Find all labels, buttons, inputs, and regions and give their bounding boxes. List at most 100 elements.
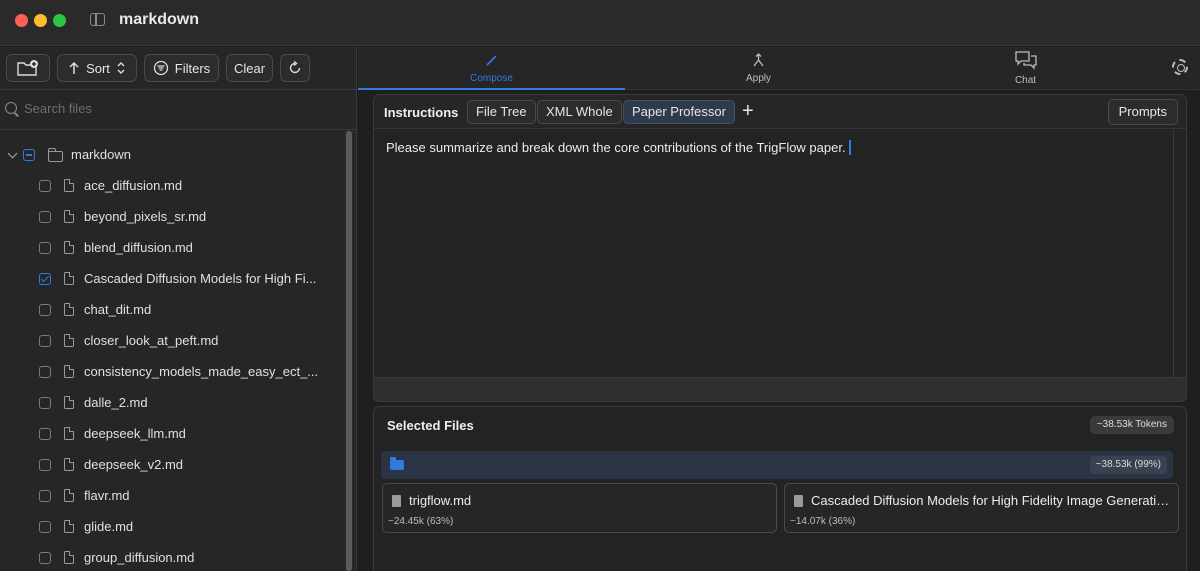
- file-name-label: consistency_models_made_easy_ect_...: [84, 364, 319, 379]
- search-input[interactable]: [24, 99, 344, 117]
- instructions-textarea[interactable]: Please summarize and break down the core…: [386, 140, 851, 155]
- file-checkbox[interactable]: [39, 273, 51, 285]
- file-icon: [64, 520, 74, 533]
- tree-file-row[interactable]: consistency_models_made_easy_ect_...: [0, 356, 342, 387]
- tab-compose-label: Compose: [470, 73, 513, 84]
- prompts-button[interactable]: Prompts: [1107, 99, 1178, 125]
- instructions-text: Please summarize and break down the core…: [386, 140, 846, 155]
- file-icon: [794, 495, 803, 507]
- file-name-label: closer_look_at_peft.md: [84, 333, 219, 348]
- file-checkbox[interactable]: [39, 335, 51, 347]
- selected-file-card[interactable]: trigflow.md ~24.45k (63%): [382, 483, 777, 533]
- file-icon: [64, 303, 74, 316]
- file-icon: [392, 495, 401, 507]
- tree-file-row[interactable]: beyond_pixels_sr.md: [0, 201, 342, 232]
- file-name-label: beyond_pixels_sr.md: [84, 209, 207, 224]
- file-checkbox[interactable]: [39, 521, 51, 533]
- file-icon: [64, 427, 74, 440]
- pencil-icon: [486, 55, 497, 66]
- selected-file-name: trigflow.md: [409, 493, 472, 508]
- gear-icon[interactable]: [1172, 59, 1188, 75]
- file-checkbox[interactable]: [39, 366, 51, 378]
- add-prompt-tab-button[interactable]: +: [742, 101, 754, 121]
- tab-xml-whole[interactable]: XML Whole: [537, 100, 622, 124]
- clear-button[interactable]: Clear: [226, 54, 273, 82]
- tree-file-row[interactable]: group_diffusion.md: [0, 542, 342, 571]
- selected-file-tokens: ~14.07k (36%): [790, 516, 856, 527]
- file-icon: [64, 551, 74, 564]
- main-pane: Compose Apply Chat Instructions File Tre…: [358, 47, 1200, 571]
- search-bar: [0, 95, 357, 121]
- instructions-scrollbar[interactable]: [1173, 130, 1174, 377]
- search-icon: [5, 102, 17, 114]
- close-window-button[interactable]: [15, 14, 28, 27]
- file-checkbox[interactable]: [39, 211, 51, 223]
- mode-bar: Compose Apply Chat: [358, 47, 1200, 90]
- file-icon: [64, 210, 74, 223]
- file-name-label: deepseek_llm.md: [84, 426, 186, 441]
- file-name-label: blend_diffusion.md: [84, 240, 193, 255]
- tree-file-row[interactable]: deepseek_v2.md: [0, 449, 342, 480]
- instructions-panel: Instructions File Tree XML Whole Paper P…: [373, 94, 1187, 402]
- panel-resize-handle[interactable]: [374, 377, 1186, 401]
- tree-file-row[interactable]: closer_look_at_peft.md: [0, 325, 342, 356]
- file-checkbox[interactable]: [39, 459, 51, 471]
- file-name-label: dalle_2.md: [84, 395, 148, 410]
- selected-files-panel: Selected Files ~38.53k Tokens ~38.53k (9…: [373, 406, 1187, 571]
- file-checkbox[interactable]: [39, 552, 51, 564]
- tree-file-row[interactable]: glide.md: [0, 511, 342, 542]
- tab-compose[interactable]: Compose: [358, 47, 625, 90]
- tree-file-row[interactable]: ace_diffusion.md: [0, 170, 342, 201]
- file-toolbar: Sort Filters Clear: [0, 47, 357, 89]
- minimize-window-button[interactable]: [34, 14, 47, 27]
- file-name-label: group_diffusion.md: [84, 550, 195, 565]
- merge-icon: [753, 53, 764, 67]
- tab-chat[interactable]: Chat: [892, 47, 1159, 90]
- file-checkbox[interactable]: [39, 304, 51, 316]
- tree-root-row[interactable]: markdown: [0, 139, 342, 170]
- chevron-updown-icon: [117, 62, 125, 74]
- arrow-up-icon: [69, 61, 79, 74]
- file-checkbox[interactable]: [39, 397, 51, 409]
- tab-chat-label: Chat: [1014, 75, 1037, 86]
- total-tokens-badge: ~38.53k Tokens: [1089, 416, 1174, 434]
- root-folder-label: markdown: [71, 147, 131, 162]
- root-checkbox[interactable]: [23, 149, 35, 161]
- sort-button[interactable]: Sort: [57, 54, 137, 82]
- chat-bubbles-icon: [1015, 51, 1037, 70]
- filters-button[interactable]: Filters: [144, 54, 219, 82]
- tree-file-row[interactable]: chat_dit.md: [0, 294, 342, 325]
- zoom-window-button[interactable]: [53, 14, 66, 27]
- file-checkbox[interactable]: [39, 490, 51, 502]
- file-checkbox[interactable]: [39, 180, 51, 192]
- file-checkbox[interactable]: [39, 242, 51, 254]
- tree-file-row[interactable]: dalle_2.md: [0, 387, 342, 418]
- title-bar: markdown: [0, 0, 1200, 46]
- tab-file-tree[interactable]: File Tree: [467, 100, 536, 124]
- search-divider: [0, 129, 357, 130]
- file-name-label: flavr.md: [84, 488, 130, 503]
- add-folder-button[interactable]: [6, 54, 50, 82]
- tree-file-row[interactable]: blend_diffusion.md: [0, 232, 342, 263]
- file-icon: [64, 458, 74, 471]
- tab-apply-label: Apply: [745, 73, 771, 84]
- file-name-label: deepseek_v2.md: [84, 457, 184, 472]
- clear-label: Clear: [233, 60, 266, 76]
- chevron-down-icon[interactable]: [7, 148, 18, 159]
- selected-file-card[interactable]: Cascaded Diffusion Models for High Fidel…: [784, 483, 1179, 533]
- refresh-button[interactable]: [280, 54, 310, 82]
- file-checkbox[interactable]: [39, 428, 51, 440]
- tree-scrollbar[interactable]: [345, 131, 353, 571]
- folder-icon: [48, 148, 63, 162]
- tree-file-row[interactable]: flavr.md: [0, 480, 342, 511]
- tab-paper-professor[interactable]: Paper Professor: [623, 100, 735, 124]
- prompt-tabs-bar: Instructions File Tree XML Whole Paper P…: [374, 95, 1186, 129]
- tree-scroll-thumb[interactable]: [346, 131, 352, 571]
- filter-icon: [153, 60, 168, 76]
- tab-apply[interactable]: Apply: [625, 47, 892, 90]
- tree-file-row[interactable]: deepseek_llm.md: [0, 418, 342, 449]
- selected-file-tokens: ~24.45k (63%): [388, 516, 454, 527]
- sidebar-toggle-icon[interactable]: [90, 13, 105, 26]
- tree-file-row[interactable]: Cascaded Diffusion Models for High Fi...: [0, 263, 342, 294]
- selected-folder-row[interactable]: ~38.53k (99%): [381, 451, 1173, 479]
